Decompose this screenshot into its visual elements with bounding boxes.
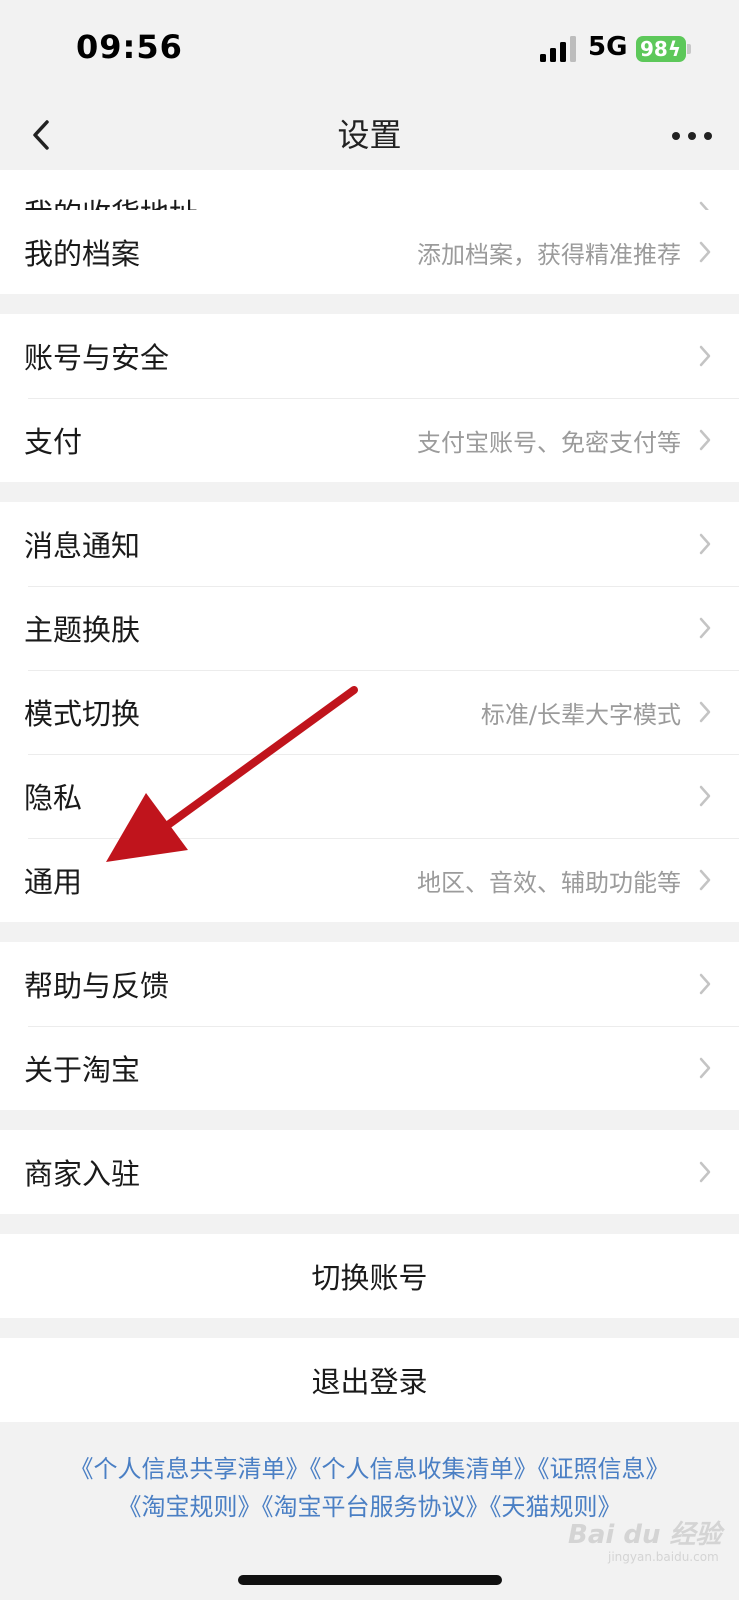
page-title: 设置 <box>337 116 402 154</box>
settings-row-label: 账号与安全 <box>24 341 170 375</box>
chevron-right-icon <box>699 429 711 451</box>
settings-group: 帮助与反馈 关于淘宝 <box>0 942 739 1110</box>
settings-row[interactable]: 模式切换 标准/长辈大字模式 <box>0 670 739 754</box>
settings-row[interactable]: 主题换肤 <box>0 586 739 670</box>
network-type-label: 5G <box>588 32 628 62</box>
cellular-signal-icon <box>540 36 576 62</box>
switch-account-button[interactable]: 切换账号 <box>0 1234 739 1318</box>
chevron-right-icon <box>699 869 711 891</box>
settings-row-hint: 支付宝账号、免密支付等 <box>417 428 681 457</box>
nav-bar: 设置 <box>0 100 739 170</box>
footer-link[interactable]: 《个人信息收集清单》 <box>310 1455 538 1483</box>
settings-row[interactable]: 我的收货地址 <box>0 170 739 210</box>
chevron-right-icon <box>699 1057 711 1079</box>
chevron-right-icon <box>699 785 711 807</box>
back-button[interactable] <box>20 110 70 160</box>
settings-row-label: 帮助与反馈 <box>24 969 170 1003</box>
group-separator <box>0 1110 739 1130</box>
footer-link[interactable]: 《淘宝平台服务协议》 <box>262 1493 490 1521</box>
settings-row-label: 支付 <box>24 425 83 459</box>
more-dots-icon <box>672 132 712 140</box>
settings-row-label: 消息通知 <box>24 529 141 563</box>
chevron-right-icon <box>699 701 711 723</box>
group-separator <box>0 1318 739 1338</box>
battery-tip <box>687 44 691 54</box>
footer-link[interactable]: 《证照信息》 <box>538 1455 670 1483</box>
logout-button[interactable]: 退出登录 <box>0 1338 739 1422</box>
settings-row-label: 我的档案 <box>24 237 141 271</box>
settings-row[interactable]: 隐私 <box>0 754 739 838</box>
settings-row[interactable]: 支付 支付宝账号、免密支付等 <box>0 398 739 482</box>
settings-group: 我的收货地址我的档案 添加档案，获得精准推荐 <box>0 170 739 294</box>
chevron-right-icon <box>699 241 711 263</box>
watermark-logo: Bai du 经验 <box>568 1520 722 1550</box>
chevron-right-icon <box>699 533 711 555</box>
more-button[interactable] <box>668 116 724 156</box>
footer-link[interactable]: 《个人信息共享清单》 <box>70 1455 310 1483</box>
partially-scrolled-row: 我的收货地址 <box>0 170 739 210</box>
settings-row-hint: 标准/长辈大字模式 <box>480 700 681 729</box>
chevron-right-icon <box>699 973 711 995</box>
settings-row-label: 主题换肤 <box>24 613 141 647</box>
settings-row-label: 通用 <box>24 865 83 899</box>
settings-row-label: 我的收货地址 <box>24 191 198 210</box>
settings-row[interactable]: 消息通知 <box>0 502 739 586</box>
settings-row-hint: 添加档案，获得精准推荐 <box>417 240 681 269</box>
settings-group: 消息通知主题换肤模式切换 标准/长辈大字模式隐私通用 地区、音效、辅助功能等 <box>0 502 739 922</box>
chevron-right-icon <box>699 201 709 210</box>
status-bar: 09:56 5G 98ϟ <box>0 0 739 100</box>
chevron-right-icon <box>699 1161 711 1183</box>
home-indicator <box>238 1575 502 1585</box>
settings-row[interactable]: 通用 地区、音效、辅助功能等 <box>0 838 739 922</box>
settings-row-label: 商家入驻 <box>24 1157 141 1191</box>
settings-row[interactable]: 账号与安全 <box>0 314 739 398</box>
group-separator <box>0 482 739 502</box>
settings-row-label: 关于淘宝 <box>24 1053 141 1087</box>
settings-list: 我的收货地址我的档案 添加档案，获得精准推荐账号与安全支付 支付宝账号、免密支付等消… <box>0 170 739 1422</box>
settings-row[interactable]: 商家入驻 <box>0 1130 739 1214</box>
settings-group: 账号与安全支付 支付宝账号、免密支付等 <box>0 314 739 482</box>
group-separator <box>0 922 739 942</box>
footer-links-line-1: 《个人信息共享清单》《个人信息收集清单》《证照信息》 <box>0 1450 739 1488</box>
settings-row-hint: 地区、音效、辅助功能等 <box>417 868 681 897</box>
battery-level: 98 <box>640 37 668 61</box>
settings-row[interactable]: 关于淘宝 <box>0 1026 739 1110</box>
settings-row[interactable]: 我的档案 添加档案，获得精准推荐 <box>0 210 739 294</box>
group-separator <box>0 1214 739 1234</box>
settings-row[interactable]: 帮助与反馈 <box>0 942 739 1026</box>
group-separator <box>0 294 739 314</box>
settings-row-label: 模式切换 <box>24 697 141 731</box>
status-time: 09:56 <box>76 28 183 66</box>
charging-bolt-icon: ϟ <box>667 37 682 61</box>
settings-row-label: 隐私 <box>24 781 83 815</box>
battery-icon: 98ϟ <box>636 36 686 62</box>
watermark-url: jingyan.baidu.com <box>608 1550 719 1564</box>
chevron-right-icon <box>699 345 711 367</box>
chevron-right-icon <box>699 617 711 639</box>
chevron-left-icon <box>33 120 49 150</box>
footer-link[interactable]: 《淘宝规则》 <box>118 1493 262 1521</box>
settings-group: 商家入驻 <box>0 1130 739 1214</box>
